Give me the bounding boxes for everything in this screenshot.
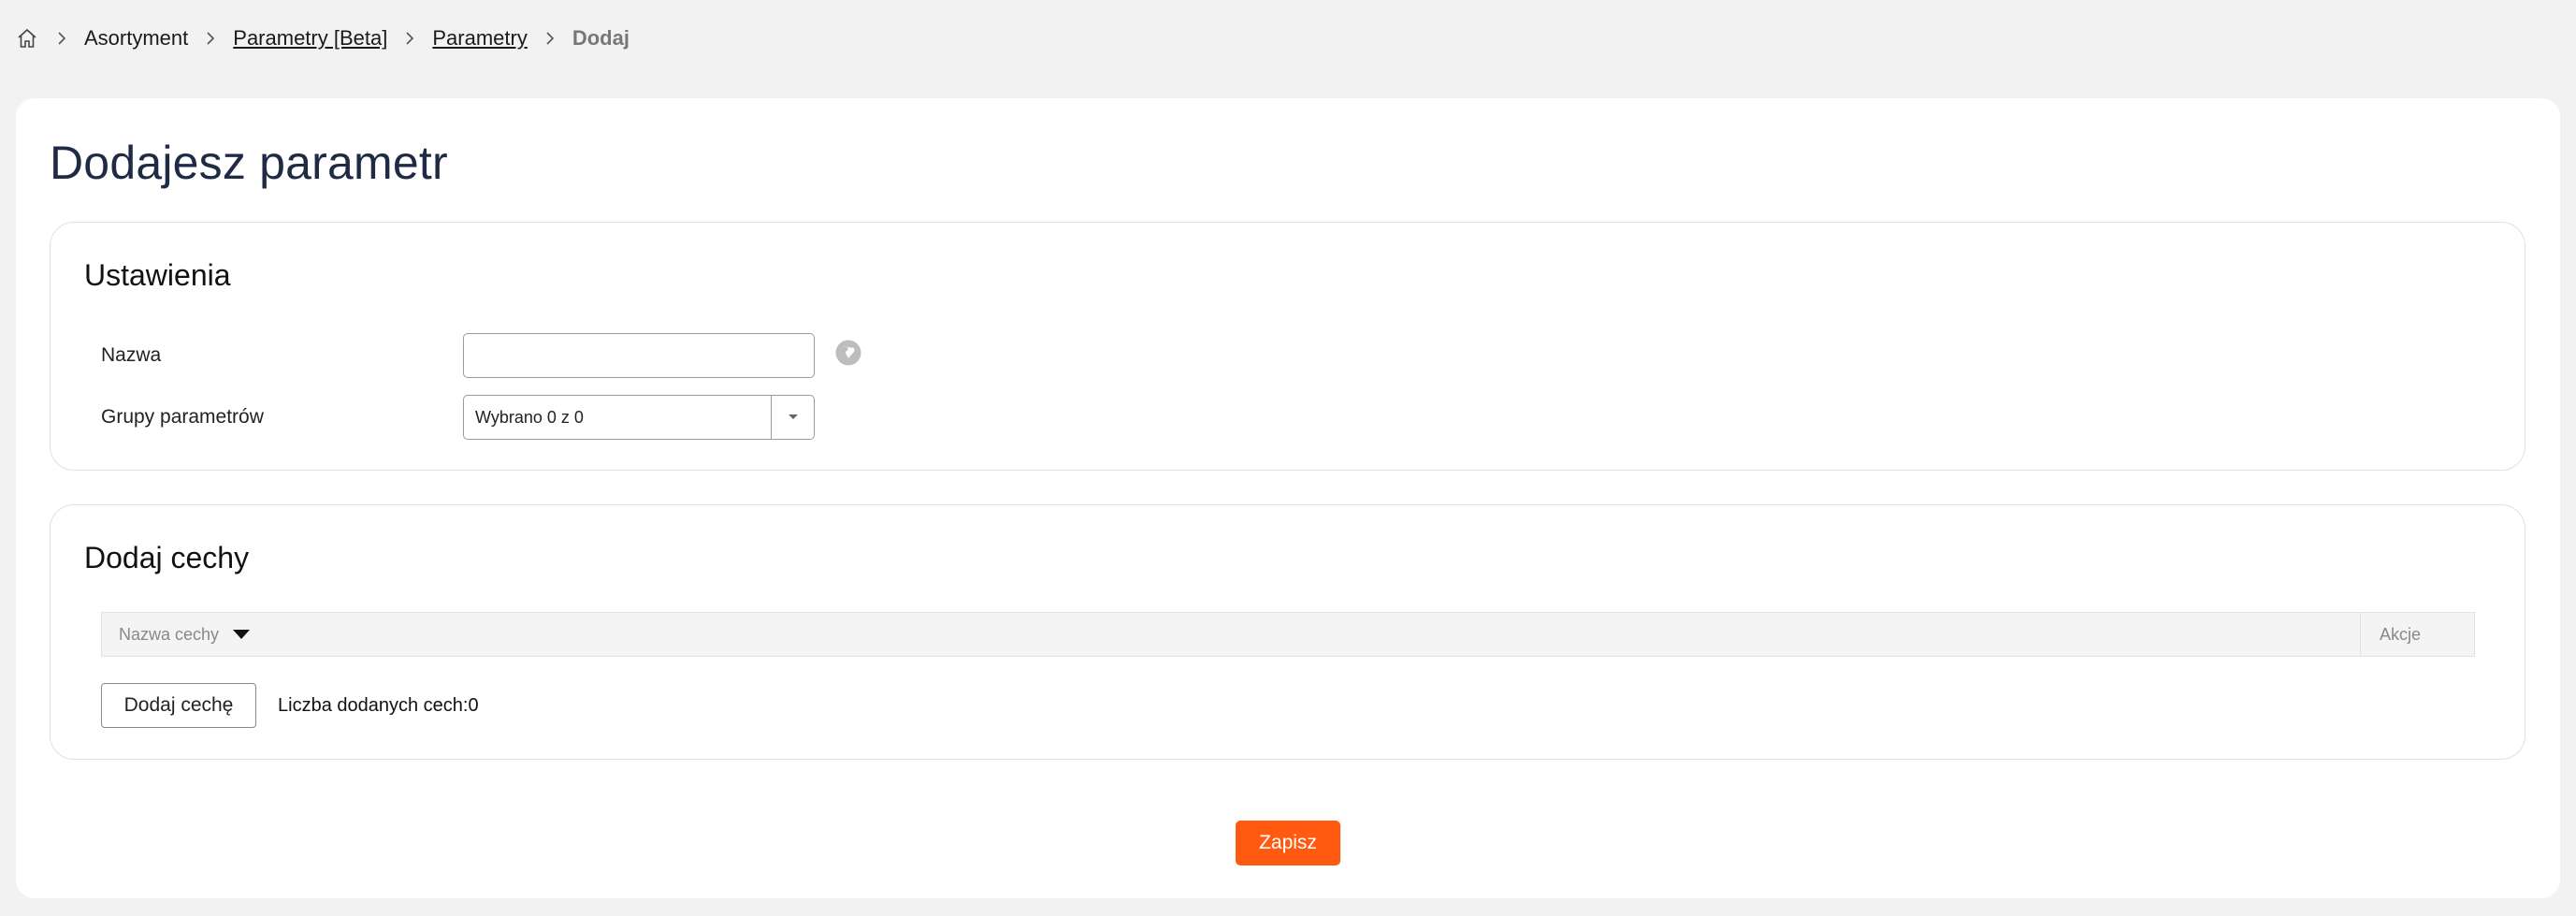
page-title: Dodajesz parametr: [50, 137, 448, 189]
breadcrumb-item-asortyment: Asortyment: [84, 26, 189, 50]
chevron-right-icon: [201, 29, 220, 48]
save-button[interactable]: Zapisz: [1236, 821, 1340, 865]
name-input[interactable]: [463, 333, 815, 378]
chevron-right-icon: [400, 29, 419, 48]
parameter-groups-select[interactable]: Wybrano 0 z 0: [463, 395, 815, 440]
dropdown-toggle[interactable]: [771, 396, 814, 439]
chevron-right-icon: [52, 29, 71, 48]
features-count: Liczba dodanych cech:0: [278, 695, 479, 716]
parameter-groups-value: Wybrano 0 z 0: [475, 407, 584, 427]
settings-section: Ustawienia Nazwa Grupy parametrów Wybran…: [50, 222, 2525, 471]
sort-down-icon[interactable]: [232, 629, 251, 640]
add-feature-button[interactable]: Dodaj cechę: [101, 683, 256, 728]
translate-icon[interactable]: [834, 339, 862, 367]
home-icon[interactable]: [15, 26, 39, 51]
groups-label: Grupy parametrów: [101, 406, 264, 428]
features-table-header: Nazwa cechy Akcje: [101, 612, 2475, 657]
breadcrumb: Asortyment Parametry [Beta] Parametry Do…: [15, 24, 630, 52]
chevron-right-icon: [541, 29, 559, 48]
column-header-actions: Akcje: [2360, 613, 2474, 656]
features-section-title: Dodaj cechy: [84, 541, 250, 574]
column-label-feature-name: Nazwa cechy: [119, 624, 220, 644]
caret-down-icon: [788, 409, 799, 426]
settings-section-title: Ustawienia: [84, 258, 231, 292]
features-section: Dodaj cechy Nazwa cechy Akcje Dodaj cech…: [50, 504, 2525, 760]
main-card: Dodajesz parametr Ustawienia Nazwa Grupy…: [16, 98, 2560, 898]
name-label: Nazwa: [101, 344, 162, 366]
column-header-feature-name[interactable]: Nazwa cechy: [102, 613, 2360, 656]
breadcrumb-current: Dodaj: [572, 26, 630, 50]
breadcrumb-link-parametry-beta[interactable]: Parametry [Beta]: [233, 26, 387, 51]
breadcrumb-link-parametry[interactable]: Parametry: [432, 26, 527, 51]
